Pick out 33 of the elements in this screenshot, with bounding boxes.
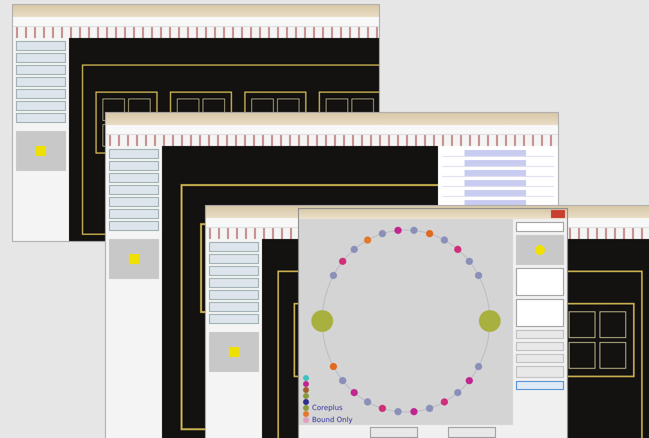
action-button[interactable] [516, 366, 564, 378]
option-button[interactable] [516, 342, 564, 351]
panel-button[interactable] [109, 149, 159, 159]
option-button[interactable] [516, 330, 564, 339]
panel-button[interactable] [209, 242, 259, 252]
input-field[interactable] [516, 222, 564, 232]
panel-button[interactable] [16, 113, 66, 123]
panel-button[interactable] [209, 254, 259, 264]
panel-button[interactable] [16, 53, 66, 63]
panel-button[interactable] [109, 185, 159, 195]
list-box[interactable] [516, 268, 564, 296]
panel-button[interactable] [109, 197, 159, 207]
action-button[interactable] [516, 381, 564, 390]
panel-button[interactable] [209, 314, 259, 324]
panel-button[interactable] [109, 221, 159, 231]
panel-button[interactable] [209, 266, 259, 276]
ok-button[interactable] [370, 426, 418, 438]
option-button[interactable] [516, 354, 564, 363]
panel-button[interactable] [109, 173, 159, 183]
panel-button[interactable] [209, 278, 259, 288]
dot-icon [535, 245, 545, 255]
cancel-button[interactable] [448, 426, 496, 438]
panel-button[interactable] [109, 161, 159, 171]
panel-button[interactable] [16, 77, 66, 87]
panel-button[interactable] [16, 41, 66, 51]
panel-button[interactable] [209, 302, 259, 312]
panel-button[interactable] [209, 290, 259, 300]
panel-button[interactable] [16, 89, 66, 99]
panel-button[interactable] [109, 209, 159, 219]
panel-button[interactable] [16, 101, 66, 111]
close-button[interactable] [551, 210, 565, 218]
list-box[interactable] [516, 299, 564, 327]
panel-button[interactable] [16, 65, 66, 75]
